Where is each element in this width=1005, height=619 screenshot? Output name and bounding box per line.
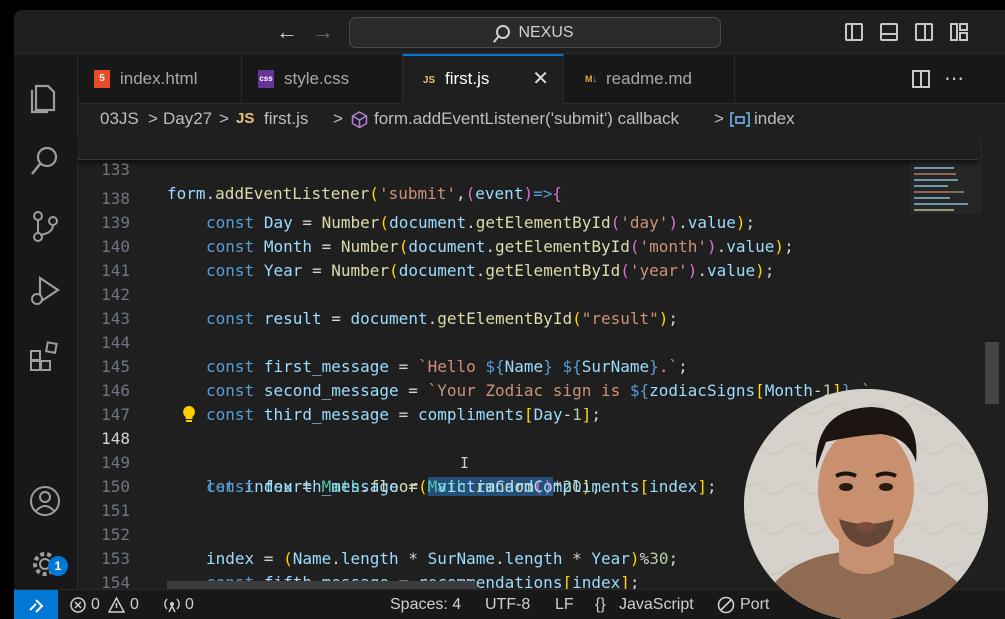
settings-update-badge: 1 <box>48 556 68 576</box>
explorer-icon[interactable] <box>28 80 62 114</box>
line-number: 133 <box>101 160 130 179</box>
code-text: form.addEventListener('submit',(event)=>… <box>167 184 562 203</box>
remote-indicator[interactable] <box>14 590 58 619</box>
tab-readme-md[interactable]: M↓ readme.md <box>564 54 735 104</box>
lightbulb-icon[interactable] <box>182 405 196 423</box>
css-icon: css <box>258 70 274 88</box>
braces-icon: {} <box>595 596 606 613</box>
tab-label: style.css <box>284 69 350 88</box>
workspace-name: NEXUS <box>518 24 574 41</box>
activity-bar <box>14 54 78 589</box>
breadcrumb: 03JS > Day27 > JS first.js > form.addEve… <box>78 104 1005 134</box>
command-center-search[interactable]: NEXUS <box>349 17 721 48</box>
title-bar: ← → NEXUS <box>14 10 1005 54</box>
tab-style-css[interactable]: css style.css <box>242 54 403 104</box>
code-line[interactable]: 145 const second_message = `Your Zodiac … <box>78 331 978 400</box>
js-icon: JS <box>236 110 255 127</box>
go-live-icon <box>717 596 735 614</box>
breadcrumb-variable[interactable]: index <box>754 104 795 134</box>
breadcrumb-file[interactable]: first.js <box>264 104 308 134</box>
code-line[interactable]: 143 <box>78 283 978 328</box>
code-line[interactable]: 140 const Year = Number(document.getElem… <box>78 211 978 280</box>
horizontal-scrollbar[interactable] <box>167 581 477 589</box>
broadcast-icon <box>164 598 180 613</box>
split-editor-icon[interactable] <box>912 70 930 88</box>
more-actions-icon[interactable]: ⋯ <box>944 66 965 91</box>
code-line[interactable]: 144 const first_message = `Hello ${Name}… <box>78 307 978 376</box>
tab-label: first.js <box>445 69 490 88</box>
breadcrumb-separator: > <box>148 109 158 128</box>
source-control-icon[interactable] <box>28 209 62 243</box>
breadcrumb-folder[interactable]: Day27 <box>163 104 212 134</box>
breadcrumb-symbol[interactable]: form.addEventListener('submit') callback <box>374 104 679 134</box>
variable-icon <box>730 112 750 127</box>
toggle-primary-sidebar-icon[interactable] <box>845 23 863 41</box>
encoding-status[interactable]: UTF-8 <box>485 590 530 619</box>
toggle-panel-icon[interactable] <box>880 23 898 41</box>
close-icon[interactable]: ✕ <box>532 56 549 102</box>
port-status[interactable]: Port <box>740 590 769 619</box>
vertical-scrollbar-thumb[interactable] <box>985 342 999 404</box>
breadcrumb-separator: > <box>219 109 229 128</box>
toggle-secondary-sidebar-icon[interactable] <box>915 23 933 41</box>
code-line[interactable]: 146 const third_message = compliments[Da… <box>78 355 978 424</box>
warning-count[interactable]: 0 <box>130 590 139 619</box>
warning-icon <box>108 597 125 613</box>
error-count[interactable]: 0 <box>91 590 100 619</box>
breadcrumb-separator: > <box>333 109 343 128</box>
tab-index-html[interactable]: 5 index.html <box>78 54 242 104</box>
breadcrumb-separator: > <box>714 109 724 128</box>
back-arrow-icon[interactable]: ← <box>276 20 298 44</box>
run-and-debug-icon[interactable] <box>28 274 62 308</box>
remote-icon <box>29 599 44 613</box>
customize-layout-icon[interactable] <box>950 23 968 41</box>
html5-icon: 5 <box>94 70 110 88</box>
extensions-icon[interactable] <box>28 339 62 373</box>
breadcrumb-folder[interactable]: 03JS <box>100 104 139 134</box>
tab-first-js[interactable]: JS first.js ✕ <box>403 54 564 104</box>
code-line[interactable]: 141 <box>78 235 978 280</box>
editor-tabs: 5 index.html css style.css JS first.js ✕… <box>78 54 1005 104</box>
webcam-overlay <box>744 389 988 619</box>
method-cube-icon <box>351 111 368 128</box>
search-icon[interactable] <box>28 144 62 178</box>
sticky-scroll-line[interactable]: 133 form.addEventListener('submit',(even… <box>78 134 978 203</box>
text-cursor-icon: I <box>460 454 470 472</box>
presenter-video-image <box>744 389 988 619</box>
js-icon: JS <box>422 75 436 86</box>
tab-label: index.html <box>120 69 198 88</box>
search-icon <box>496 25 511 39</box>
code-line[interactable]: 142 const result = document.getElementBy… <box>78 259 978 328</box>
markdown-icon: M↓ <box>585 74 597 84</box>
language-mode[interactable]: JavaScript <box>619 590 694 619</box>
forward-arrow-icon[interactable]: → <box>312 20 334 44</box>
indentation-status[interactable]: Spaces: 4 <box>390 590 461 619</box>
ports-count[interactable]: 0 <box>185 590 194 619</box>
error-icon <box>70 597 86 613</box>
accounts-icon[interactable] <box>28 484 62 518</box>
eol-status[interactable]: LF <box>555 590 574 619</box>
tab-label: readme.md <box>606 69 692 88</box>
